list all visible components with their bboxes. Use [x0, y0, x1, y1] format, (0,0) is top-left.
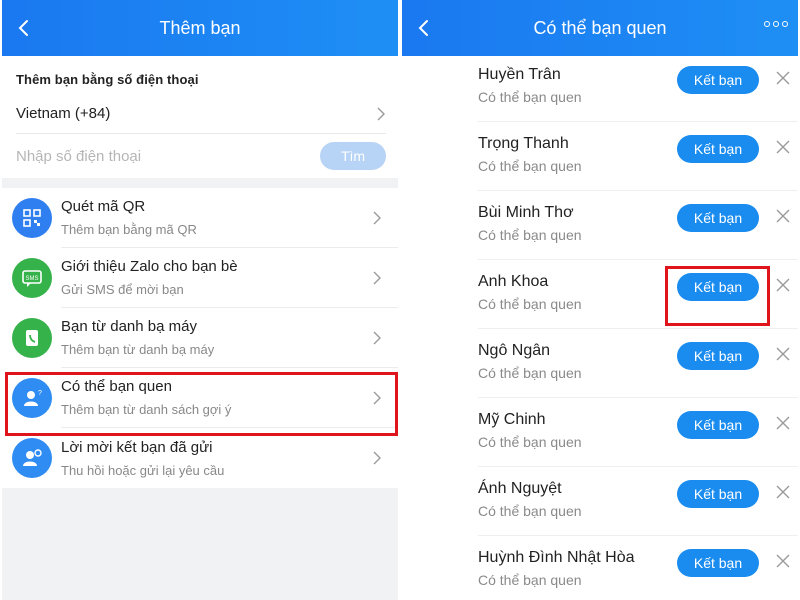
menu-item-title: Giới thiệu Zalo cho bạn bè: [61, 258, 238, 275]
list-item[interactable]: Anh Khoa Có thể bạn quen Kết bạn: [478, 260, 798, 329]
menu-item-subtitle: Thêm bạn từ danh sách gợi ý: [61, 402, 232, 417]
list-item[interactable]: Mỹ Chinh Có thể bạn quen Kết bạn: [478, 398, 798, 467]
list-item[interactable]: Huỳnh Đình Nhật Hòa Có thể bạn quen Kết …: [478, 536, 798, 600]
chevron-right-icon: [373, 391, 381, 405]
menu-item-subtitle: Gửi SMS để mời bạn: [61, 282, 184, 297]
chevron-right-icon: [373, 271, 381, 285]
page-title: Thêm bạn: [159, 17, 241, 38]
svg-text:?: ?: [38, 390, 42, 397]
back-arrow-icon[interactable]: [414, 18, 434, 38]
page-title: Có thể bạn quen: [533, 17, 667, 38]
list-item[interactable]: Huyền Trân Có thể bạn quen Kết bạn: [478, 56, 798, 122]
suggested-friends-list: Huyền Trân Có thể bạn quen Kết bạn Trọng…: [402, 56, 798, 600]
svg-text:SMS: SMS: [25, 276, 38, 282]
chevron-right-icon: [377, 107, 385, 120]
suggested-friends-icon: ?: [12, 378, 52, 418]
friend-name: Trọng Thanh: [478, 135, 569, 152]
menu-item-subtitle: Thêm bạn bằng mã QR: [61, 222, 197, 237]
menu-item-sent-requests[interactable]: Lời mời kết bạn đã gửi Thu hồi hoặc gửi …: [2, 428, 398, 488]
friend-name: Mỹ Chinh: [478, 411, 546, 428]
list-item[interactable]: Bùi Minh Thơ Có thể bạn quen Kết bạn: [478, 191, 798, 260]
phone-input-row: Tìm: [16, 134, 386, 178]
close-icon[interactable]: [776, 554, 790, 568]
country-label: Vietnam (+84): [16, 105, 111, 122]
add-friend-button[interactable]: Kết bạn: [677, 204, 759, 232]
add-friend-button[interactable]: Kết bạn: [677, 480, 759, 508]
phone-section-label: Thêm bạn bằng số điện thoại: [16, 72, 199, 87]
close-icon[interactable]: [776, 416, 790, 430]
menu-item-qr[interactable]: Quét mã QR Thêm bạn bằng mã QR: [2, 188, 398, 248]
add-friend-button[interactable]: Kết bạn: [677, 342, 759, 370]
country-selector[interactable]: Vietnam (+84): [16, 94, 386, 134]
sms-icon: SMS: [12, 258, 52, 298]
add-friend-button[interactable]: Kết bạn: [677, 411, 759, 439]
chevron-right-icon: [373, 331, 381, 345]
add-friend-header: Thêm bạn: [2, 0, 398, 56]
menu-item-title: Bạn từ danh bạ máy: [61, 318, 197, 335]
list-item[interactable]: Ngô Ngân Có thể bạn quen Kết bạn: [478, 329, 798, 398]
suggested-friends-header: Có thể bạn quen: [402, 0, 798, 56]
friend-name: Bùi Minh Thơ: [478, 204, 574, 221]
close-icon[interactable]: [776, 71, 790, 85]
chevron-right-icon: [373, 451, 381, 465]
more-options-icon[interactable]: [764, 21, 788, 27]
chevron-right-icon: [373, 211, 381, 225]
friend-name: Ngô Ngân: [478, 342, 551, 359]
list-item[interactable]: Ánh Nguyệt Có thể bạn quen Kết bạn: [478, 467, 798, 536]
friend-subtitle: Có thể bạn quen: [478, 296, 582, 312]
search-button[interactable]: Tìm: [320, 142, 386, 170]
sent-request-icon: [12, 438, 52, 478]
friend-name: Huỳnh Đình Nhật Hòa: [478, 549, 635, 566]
friend-subtitle: Có thể bạn quen: [478, 89, 582, 105]
friend-subtitle: Có thể bạn quen: [478, 365, 582, 381]
friend-subtitle: Có thể bạn quen: [478, 572, 582, 588]
close-icon[interactable]: [776, 485, 790, 499]
friend-subtitle: Có thể bạn quen: [478, 227, 582, 243]
add-friend-screen: Thêm bạn Thêm bạn bằng số điện thoại Vie…: [2, 0, 398, 600]
friend-subtitle: Có thể bạn quen: [478, 503, 582, 519]
add-friend-button[interactable]: Kết bạn: [677, 66, 759, 94]
back-arrow-icon[interactable]: [14, 18, 34, 38]
friend-name: Anh Khoa: [478, 273, 549, 290]
phone-contacts-icon: [12, 318, 52, 358]
menu-item-title: Lời mời kết bạn đã gửi: [61, 438, 213, 456]
menu-item-suggested-friends[interactable]: ? Có thể bạn quen Thêm bạn từ danh sách …: [2, 368, 398, 428]
phone-search-card: Thêm bạn bằng số điện thoại Vietnam (+84…: [2, 56, 398, 178]
close-icon[interactable]: [776, 347, 790, 361]
add-friend-button[interactable]: Kết bạn: [677, 273, 759, 301]
suggested-friends-screen: Có thể bạn quen Huyền Trân Có thể bạn qu…: [402, 0, 798, 600]
menu-item-subtitle: Thêm bạn từ danh bạ máy: [61, 342, 215, 357]
friend-subtitle: Có thể bạn quen: [478, 434, 582, 450]
friend-subtitle: Có thể bạn quen: [478, 158, 582, 174]
add-friend-menu: Quét mã QR Thêm bạn bằng mã QR SMS Giới …: [2, 188, 398, 488]
menu-item-title: Có thể bạn quen: [61, 378, 172, 395]
add-friend-button[interactable]: Kết bạn: [677, 549, 759, 577]
menu-item-contacts[interactable]: Bạn từ danh bạ máy Thêm bạn từ danh bạ m…: [2, 308, 398, 368]
add-friend-button[interactable]: Kết bạn: [677, 135, 759, 163]
menu-item-title: Quét mã QR: [61, 198, 146, 215]
list-item[interactable]: Trọng Thanh Có thể bạn quen Kết bạn: [478, 122, 798, 191]
friend-name: Huyền Trân: [478, 66, 561, 83]
menu-item-invite-sms[interactable]: SMS Giới thiệu Zalo cho bạn bè Gửi SMS đ…: [2, 248, 398, 308]
close-icon[interactable]: [776, 278, 790, 292]
qr-code-icon: [12, 198, 52, 238]
menu-item-subtitle: Thu hồi hoặc gửi lại yêu cầu: [61, 462, 225, 478]
close-icon[interactable]: [776, 140, 790, 154]
close-icon[interactable]: [776, 209, 790, 223]
friend-name: Ánh Nguyệt: [478, 480, 562, 497]
phone-number-input[interactable]: [16, 147, 216, 165]
